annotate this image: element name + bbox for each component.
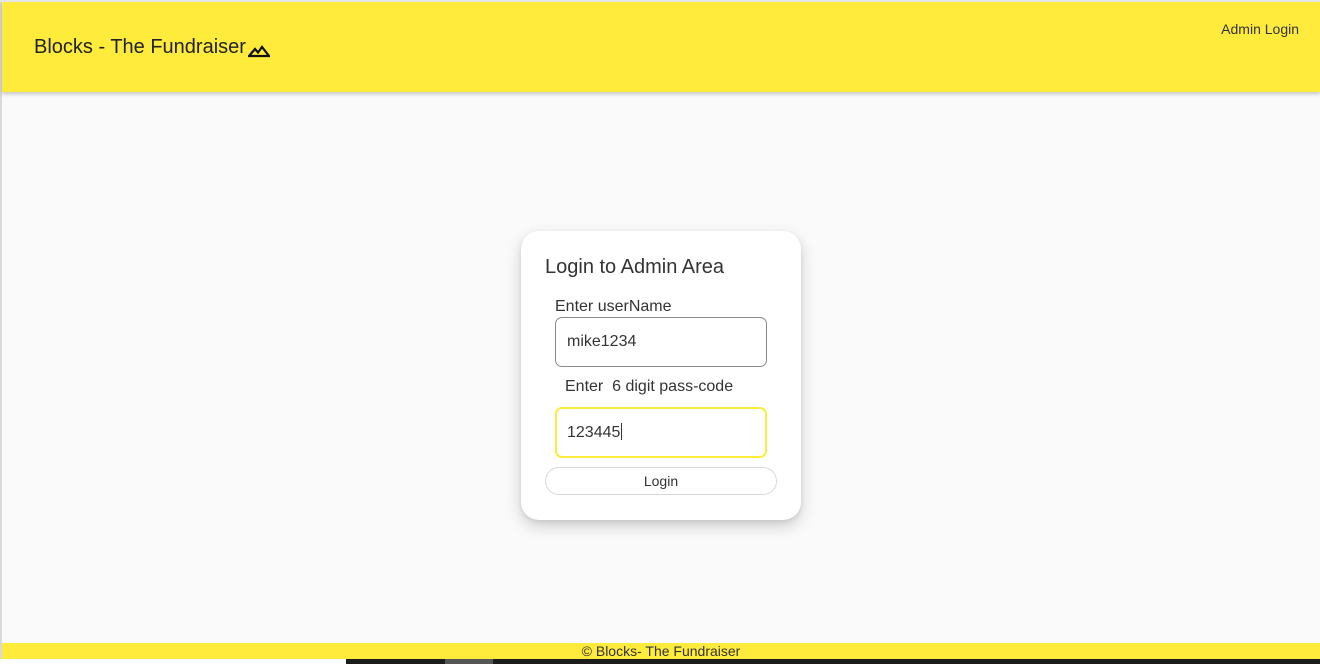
username-input[interactable]: mike1234 — [555, 317, 767, 367]
passcode-input[interactable]: 123445 — [555, 407, 767, 458]
passcode-label: Enter 6 digit pass-code — [565, 378, 734, 395]
brand-title: Blocks - The Fundraiser — [34, 36, 246, 58]
text-caret — [621, 423, 623, 440]
taskbar-strip-segment — [445, 659, 493, 664]
brand[interactable]: Blocks - The Fundraiser — [34, 36, 272, 59]
login-card-title: Login to Admin Area — [545, 256, 725, 278]
window-top-edge — [0, 0, 1320, 2]
footer-copyright: © Blocks- The Fundraiser — [581, 643, 741, 659]
admin-login-link[interactable]: Admin Login — [1221, 21, 1299, 37]
passcode-value: 123445 — [567, 424, 621, 441]
username-label: Enter userName — [555, 298, 672, 315]
landscape-icon — [246, 41, 272, 57]
app-bar: Blocks - The Fundraiser Admin Login — [2, 0, 1320, 92]
app-window: Blocks - The Fundraiser Admin Login Logi… — [0, 0, 1320, 664]
login-card: Login to Admin Area Enter userName mike1… — [521, 231, 801, 520]
login-button[interactable]: Login — [545, 467, 777, 495]
username-value: mike1234 — [567, 333, 637, 350]
footer: © Blocks- The Fundraiser — [2, 643, 1320, 659]
main-content: Login to Admin Area Enter userName mike1… — [2, 92, 1320, 643]
